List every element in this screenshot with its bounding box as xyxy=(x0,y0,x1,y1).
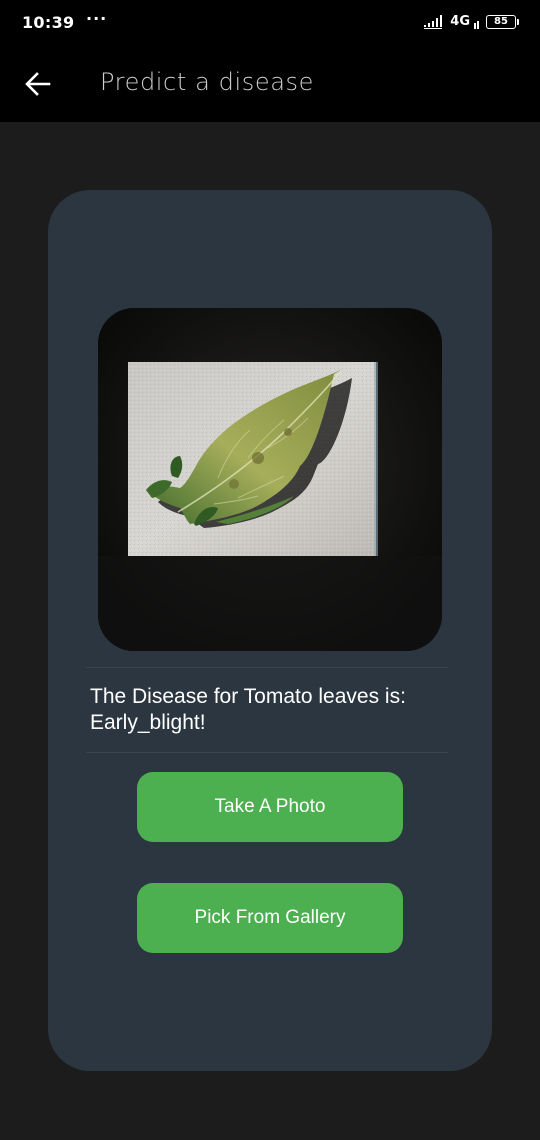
arrow-left-icon xyxy=(25,72,51,96)
battery-icon: 85 xyxy=(486,14,519,29)
notification-dots-icon: ··· xyxy=(86,9,108,28)
divider-bottom xyxy=(86,752,448,753)
leaf-photo xyxy=(98,308,442,651)
network-type: 4G xyxy=(450,14,470,29)
back-button[interactable] xyxy=(20,66,56,102)
app-bar: Predict a disease xyxy=(0,46,540,122)
take-photo-button[interactable]: Take A Photo xyxy=(137,772,403,842)
status-bar: 10:39 ··· 4G 85 xyxy=(0,0,540,46)
prediction-card: The Disease for Tomato leaves is: Early_… xyxy=(48,190,492,1071)
data-activity-icon xyxy=(474,20,479,29)
image-frame xyxy=(98,308,442,651)
status-time: 10:39 xyxy=(22,13,75,32)
pick-from-gallery-button[interactable]: Pick From Gallery xyxy=(137,883,403,953)
page-title: Predict a disease xyxy=(100,68,314,96)
battery-level: 85 xyxy=(494,16,508,27)
signal-icon xyxy=(424,14,443,29)
prediction-result: The Disease for Tomato leaves is: Early_… xyxy=(90,685,406,734)
divider-top xyxy=(86,667,448,668)
status-indicators: 4G 85 xyxy=(424,14,519,29)
